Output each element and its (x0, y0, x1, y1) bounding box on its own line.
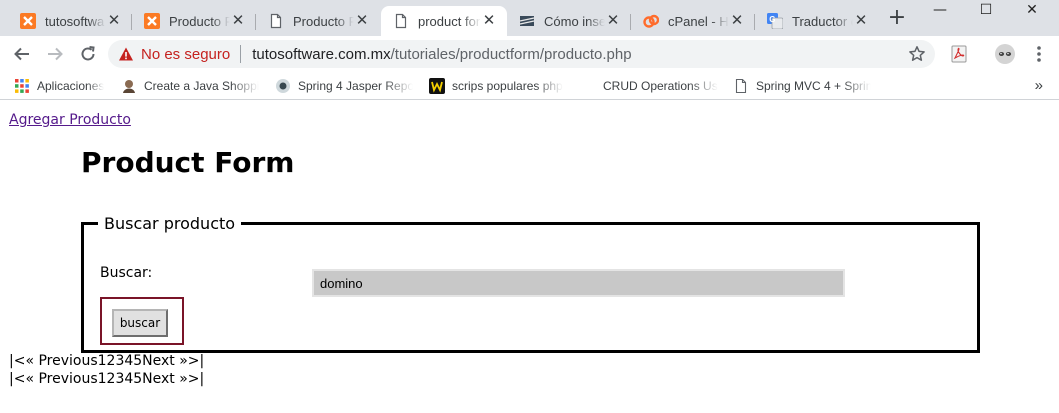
back-arrow-icon (14, 47, 29, 61)
close-icon[interactable]: ✕ (605, 13, 621, 29)
bookmark-crud-operations[interactable]: CRUD Operations Usi (580, 76, 718, 96)
document-icon (733, 78, 749, 94)
bookmarks-overflow-icon[interactable]: » (1035, 77, 1043, 94)
tab-3[interactable]: Producto F ✕ (256, 6, 380, 36)
forward-arrow-icon (48, 47, 63, 61)
url-text[interactable]: tutosoftware.com.mx/tutoriales/productfo… (252, 46, 631, 63)
menu-button[interactable] (1027, 42, 1051, 66)
tab-6-title: cPanel - Ho (668, 13, 729, 29)
tab-strip: tutosoftwa ✕ Producto F ✕ Producto F ✕ p… (0, 0, 1059, 36)
search-input[interactable] (312, 269, 845, 297)
bookmark-label: Spring MVC 4 + Sprin (756, 79, 871, 93)
bookmarks-bar: Aplicaciones Create a Java Shoppin Sprin… (0, 72, 1059, 100)
search-button[interactable]: buscar (112, 309, 168, 337)
search-label: Buscar: (100, 265, 153, 281)
bookmark-label: CRUD Operations Usi (603, 79, 718, 93)
url-path: /tutoriales/productform/producto.php (390, 45, 632, 63)
tab-1-title: tutosoftwa (45, 13, 105, 29)
bookmark-star-icon[interactable] (907, 44, 927, 64)
close-icon[interactable]: ✕ (481, 13, 497, 29)
bookmark-java-shopping[interactable]: Create a Java Shoppin (121, 76, 259, 96)
bookmark-scrips-php[interactable]: scrips populares php (429, 76, 563, 96)
window-close-button[interactable]: ✕ (1009, 0, 1055, 22)
bookmark-label: Create a Java Shoppin (144, 79, 259, 93)
search-fieldset: Buscar producto Buscar: buscar (81, 214, 980, 353)
xampp-icon (144, 13, 160, 29)
warning-triangle-icon[interactable] (118, 46, 134, 62)
tab-5[interactable]: Cómo inse ✕ (507, 6, 631, 36)
tab-5-title: Cómo inse (544, 13, 605, 29)
bookmark-label: scrips populares php (452, 79, 563, 93)
minimize-button[interactable]: — (917, 0, 963, 22)
tab-2-title: Producto F (169, 13, 230, 29)
tab-4-title: product for (418, 13, 481, 29)
bookmark-favicon-icon (580, 78, 596, 94)
svg-text:G: G (769, 15, 775, 24)
bookmark-label: Spring 4 Jasper Repo (298, 79, 413, 93)
cpanel-icon (643, 13, 659, 29)
close-icon[interactable]: ✕ (729, 13, 745, 29)
kebab-menu-icon (1037, 46, 1041, 62)
tab-3-title: Producto F (293, 13, 354, 29)
bookmark-favicon-icon (429, 78, 445, 94)
google-translate-icon: G (767, 13, 783, 29)
page-title: Product Form (81, 146, 295, 179)
back-button[interactable] (10, 42, 34, 66)
add-product-link[interactable]: Agregar Producto (9, 112, 131, 128)
document-icon (393, 13, 409, 29)
site-icon (519, 13, 535, 29)
pagination-top[interactable]: |<« Previous12345Next »>| (9, 353, 204, 369)
bookmark-favicon-icon (121, 78, 137, 94)
forward-button[interactable] (43, 42, 67, 66)
omnibox-divider (240, 45, 242, 63)
close-icon[interactable]: ✕ (106, 13, 122, 29)
reload-button[interactable] (76, 42, 100, 66)
close-icon[interactable]: ✕ (853, 13, 869, 29)
tab-6[interactable]: cPanel - Ho ✕ (631, 6, 755, 36)
page-content: Agregar Producto Product Form Buscar pro… (0, 101, 1059, 413)
document-icon (268, 13, 284, 29)
tab-7[interactable]: G Traductor c ✕ (755, 6, 879, 36)
reload-icon (81, 46, 95, 61)
new-tab-button[interactable]: + (884, 7, 910, 30)
url-host: tutosoftware.com.mx (252, 45, 391, 63)
xampp-icon (20, 13, 36, 29)
bookmark-apps[interactable]: Aplicaciones (14, 76, 104, 96)
apps-grid-icon (14, 78, 30, 94)
search-legend: Buscar producto (104, 214, 236, 233)
tab-1[interactable]: tutosoftwa ✕ (8, 6, 132, 36)
tab-2[interactable]: Producto F ✕ (132, 6, 256, 36)
maximize-button[interactable]: ☐ (963, 0, 1009, 22)
pagination-bottom[interactable]: |<« Previous12345Next »>| (9, 371, 204, 387)
bookmark-favicon-icon (275, 78, 291, 94)
pdf-icon (951, 45, 967, 63)
search-button-frame: buscar (100, 297, 184, 345)
tab-4-active[interactable]: product for ✕ (381, 6, 507, 36)
close-icon[interactable]: ✕ (230, 13, 246, 29)
avatar-icon (995, 44, 1015, 64)
close-icon[interactable]: ✕ (354, 13, 370, 29)
tab-7-title: Traductor c (792, 13, 853, 29)
bookmark-label: Aplicaciones (37, 79, 105, 93)
bookmark-spring-mvc[interactable]: Spring MVC 4 + Sprin (733, 76, 871, 96)
bookmark-spring-jasper[interactable]: Spring 4 Jasper Repo (275, 76, 413, 96)
pdf-extension-button[interactable] (947, 42, 971, 66)
profile-avatar-button[interactable] (993, 42, 1017, 66)
address-bar[interactable]: No es seguro tutosoftware.com.mx/tutoria… (108, 40, 935, 68)
security-status-label[interactable]: No es seguro (141, 46, 230, 63)
